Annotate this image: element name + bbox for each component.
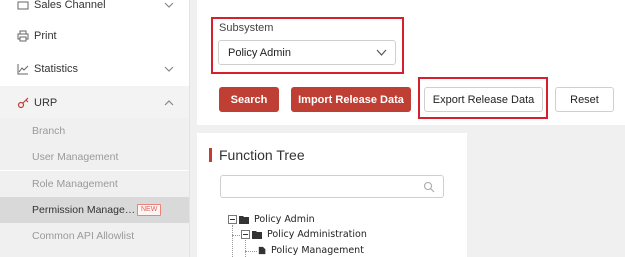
reset-button[interactable]: Reset — [555, 87, 614, 112]
sales-channel-icon — [17, 0, 29, 11]
sidebar-item-label: Statistics — [34, 63, 79, 75]
import-release-data-button[interactable]: Import Release Data — [291, 87, 411, 112]
search-icon[interactable] — [423, 181, 435, 193]
sidebar: Sales Channel Print Statistics URP Branc… — [0, 0, 190, 257]
subsystem-label: Subsystem — [219, 22, 274, 34]
sidebar-subitem-common-api-allowlist[interactable]: Common API Allowlist — [0, 223, 189, 249]
printer-icon — [17, 30, 29, 42]
sidebar-subitem-label: User Management — [32, 151, 119, 163]
sidebar-subitem-branch[interactable]: Branch — [0, 118, 189, 144]
folder-open-icon — [252, 231, 262, 239]
sidebar-subitem-role-management[interactable]: Role Management — [0, 171, 189, 197]
sidebar-subitem-label: Common API Allowlist — [32, 230, 135, 242]
file-icon — [258, 246, 266, 255]
chevron-up-icon[interactable] — [164, 98, 174, 108]
sidebar-item-sales-channel[interactable]: Sales Channel — [0, 0, 189, 21]
subsystem-select-value: Policy Admin — [228, 46, 291, 59]
sidebar-item-label: URP — [34, 97, 58, 109]
folder-open-icon — [239, 216, 249, 224]
sidebar-subitem-label: Role Management — [32, 178, 118, 190]
subsystem-select[interactable]: Policy Admin — [218, 40, 396, 65]
sidebar-item-label: Print — [34, 30, 57, 42]
tree-connector — [232, 225, 233, 257]
sidebar-subitem-partial — [0, 249, 189, 257]
search-button[interactable]: Search — [219, 87, 279, 112]
tree-connector — [245, 240, 246, 257]
tree-node[interactable]: Policy Management — [258, 245, 364, 256]
tree-node[interactable]: Policy Administration — [241, 229, 367, 240]
sidebar-item-label: Sales Channel — [34, 0, 106, 11]
tree-node[interactable]: Policy Admin — [228, 214, 315, 225]
export-release-data-button[interactable]: Export Release Data — [424, 87, 543, 112]
sidebar-subitem-user-management[interactable]: User Management — [0, 144, 189, 170]
function-tree-title: Function Tree — [219, 147, 305, 163]
new-badge: NEW — [137, 204, 162, 216]
tree-node-label: Policy Admin — [254, 214, 315, 225]
collapse-icon[interactable] — [241, 230, 250, 239]
sidebar-item-statistics[interactable]: Statistics — [0, 53, 189, 85]
tree-node-label: Policy Management — [271, 245, 364, 256]
chevron-down-icon — [376, 49, 387, 56]
tree-node-label: Policy Administration — [267, 229, 367, 240]
collapse-icon[interactable] — [228, 215, 237, 224]
sidebar-subitem-label: Branch — [32, 125, 66, 137]
chevron-down-icon[interactable] — [164, 0, 174, 10]
sidebar-item-print[interactable]: Print — [0, 20, 189, 52]
line-chart-icon — [17, 63, 29, 75]
tree-connector — [232, 235, 240, 236]
sidebar-subitem-label: Permission Manage… — [32, 204, 136, 216]
title-accent-bar — [209, 148, 212, 162]
tree-connector — [245, 251, 257, 252]
tree-search-input[interactable] — [220, 175, 444, 198]
sidebar-subitem-permission-management[interactable]: Permission Manage… NEW — [0, 197, 189, 223]
chevron-down-icon[interactable] — [164, 64, 174, 74]
key-icon — [17, 97, 29, 109]
sidebar-item-urp[interactable]: URP — [0, 86, 189, 120]
